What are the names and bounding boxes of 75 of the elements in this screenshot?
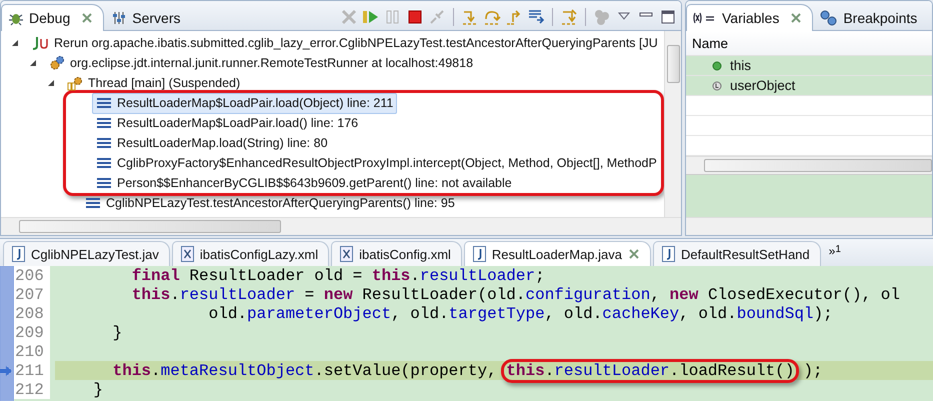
code-text: this.metaResultObject.setValue(property, — [112, 362, 498, 380]
code-text: } — [92, 380, 104, 398]
annotation-outline: this.resultLoader.loadResult() — [501, 358, 800, 382]
variable-name: this — [730, 58, 752, 73]
tree-item[interactable]: Person$$EnhancerByCGLIB$$643b9609.getParent() line: not available — [92, 172, 516, 194]
code-text: this.resultLoader = new ResultLoader(old.configuration, new ClosedExecutor(), ol — [130, 286, 900, 304]
editor-tab[interactable]: DefaultResultSetHand — [653, 241, 821, 266]
line-number: 211 — [15, 362, 44, 380]
tree-item[interactable]: ResultLoaderMap$LoadPair.load() line: 176 — [92, 112, 362, 134]
resume-icon[interactable] — [362, 8, 380, 26]
tree-item[interactable]: CglibProxyFactory$EnhancedResultObjectProxyImpl.intercept(Object, Method, Object[], MethodP — [92, 152, 661, 174]
java-file-icon — [662, 246, 675, 262]
view-tab[interactable]: Breakpoints — [813, 4, 928, 31]
field-dot-icon — [712, 60, 722, 70]
xml-file-icon — [340, 246, 354, 262]
line-number: 206 — [15, 266, 44, 284]
tree-item[interactable]: Rerun org.apache.ibatis.submitted.cglib_lazy_error.CglibNPELazyTest.testAncestorAfterQueryingParents [JU — [27, 32, 662, 54]
junit-icon — [31, 36, 49, 50]
stack-frame-icon — [85, 197, 101, 209]
code-text: } — [112, 324, 122, 342]
tree-item[interactable]: CglibNPELazyTest.testAncestorAfterQueryingParents() line: 95 — [81, 192, 459, 214]
view-tab[interactable]: Variables — [686, 4, 814, 31]
breakpoint-dots-icon — [820, 10, 838, 26]
maximize-icon[interactable] — [659, 8, 677, 26]
vertical-scrollbar[interactable] — [664, 31, 681, 217]
view-tab[interactable]: Debug — [1, 4, 104, 31]
line-number: 208 — [15, 304, 44, 322]
line-number: 207 — [15, 286, 44, 304]
step-filters-icon[interactable] — [560, 8, 578, 26]
tree-item[interactable]: Thread [main] (Suspended) — [63, 72, 244, 94]
variable-name: userObject — [730, 78, 796, 93]
editor-tab[interactable]: ResultLoaderMap.java — [464, 241, 651, 266]
editor-tab[interactable]: ibatisConfigLazy.xml — [172, 241, 330, 266]
lines-arrow-icon[interactable] — [527, 8, 545, 26]
variable-row[interactable]: this — [686, 56, 932, 76]
variables-icon — [693, 12, 717, 24]
close-icon[interactable] — [628, 248, 640, 260]
line-number: 212 — [15, 380, 44, 398]
stack-frame-icon — [96, 97, 112, 109]
stack-frame-icon — [96, 137, 112, 149]
tree-item[interactable]: ResultLoaderMap.load(String) line: 80 — [92, 132, 332, 154]
xml-file-icon — [180, 246, 194, 262]
line-number: 210 — [15, 342, 44, 360]
close-icon[interactable] — [81, 12, 94, 24]
local-variable-icon — [712, 80, 722, 90]
tree-item[interactable]: ResultLoaderMap$LoadPair.load(Object) line: 211 — [92, 92, 398, 114]
stack-frame-icon — [96, 177, 112, 189]
expand-arrow-icon[interactable] — [47, 79, 55, 87]
terminate-icon[interactable] — [406, 8, 424, 26]
horizontal-scrollbar[interactable] — [686, 156, 932, 174]
editor-tab[interactable]: CglibNPELazyTest.jav — [3, 241, 170, 266]
step-into-icon[interactable] — [461, 8, 479, 26]
thread-icon — [67, 75, 83, 91]
step-over-icon[interactable] — [483, 8, 501, 26]
editor-tab[interactable]: ibatisConfig.xml — [331, 241, 462, 266]
code-text: ); — [803, 362, 823, 380]
code-text: old.parameterObject, old.targetType, old.cacheKey, old.boundSql); — [208, 304, 833, 322]
stack-frame-icon — [96, 157, 112, 169]
step-return-icon[interactable] — [505, 8, 523, 26]
line-number: 209 — [15, 324, 44, 342]
expand-arrow-icon[interactable] — [11, 39, 19, 47]
code-text: final ResultLoader old = this.resultLoader; — [130, 266, 545, 284]
horizontal-scrollbar[interactable] — [686, 217, 932, 235]
variable-row[interactable]: userObject — [686, 76, 932, 96]
expand-arrow-icon[interactable] — [29, 59, 37, 67]
java-file-icon — [472, 246, 486, 262]
java-file-icon — [12, 246, 25, 262]
current-line-arrow-icon — [0, 366, 12, 376]
view-tab[interactable]: Servers — [104, 4, 192, 31]
tree-item[interactable]: org.eclipse.jdt.internal.junit.runner.RemoteTestRunner at localhost:49818 — [45, 52, 478, 74]
horizontal-scrollbar[interactable] — [1, 217, 681, 235]
gears-icon — [49, 55, 65, 71]
sliders-icon — [111, 10, 128, 26]
close-icon[interactable] — [790, 12, 802, 24]
stack-frame-icon — [96, 117, 112, 129]
